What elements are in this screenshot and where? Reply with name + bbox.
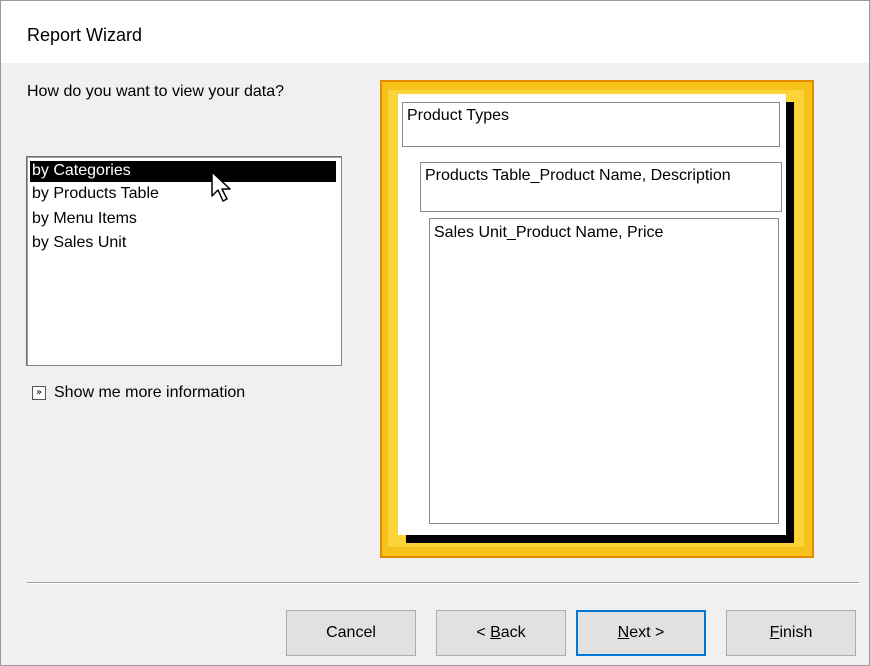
back-button[interactable]: < Back [436, 610, 566, 656]
dialog-title: Report Wizard [27, 25, 143, 45]
preview-group-level2: Products Table_Product Name, Description [420, 162, 782, 212]
preview-detail-label: Sales Unit_Product Name, Price [434, 224, 664, 241]
finish-button-label: Finish [769, 624, 813, 641]
preview-page: Product Types Products Table_Product Nam… [398, 94, 786, 535]
preview-group-level1: Product Types [402, 102, 780, 147]
double-chevron-right-icon: » [32, 386, 46, 400]
list-item-by-categories[interactable]: by Categories [30, 161, 336, 182]
show-more-info-label: Show me more information [54, 384, 246, 401]
cancel-button[interactable]: Cancel [286, 610, 416, 656]
preview-group-level2-label: Products Table_Product Name, Description [425, 167, 731, 184]
next-button[interactable]: Next > [576, 610, 706, 656]
footer-divider [27, 582, 859, 584]
mouse-pointer-icon [211, 171, 231, 202]
list-item-by-products-table[interactable]: by Products Table [30, 184, 336, 205]
list-item-by-sales-unit[interactable]: by Sales Unit [30, 233, 336, 254]
preview-group-level1-label: Product Types [407, 107, 509, 124]
title-bar: Report Wizard [1, 1, 869, 63]
preview-detail-section: Sales Unit_Product Name, Price [429, 218, 779, 524]
view-options-listbox[interactable]: by Categories by Products Table by Menu … [26, 156, 342, 366]
back-button-label: < Back [476, 624, 526, 641]
show-more-info-link[interactable]: » Show me more information [32, 384, 245, 402]
cancel-button-label: Cancel [326, 624, 376, 641]
view-question-label: How do you want to view your data? [27, 83, 285, 100]
next-button-label: Next > [617, 624, 665, 641]
list-item-by-menu-items[interactable]: by Menu Items [30, 209, 336, 230]
finish-button[interactable]: Finish [726, 610, 856, 656]
